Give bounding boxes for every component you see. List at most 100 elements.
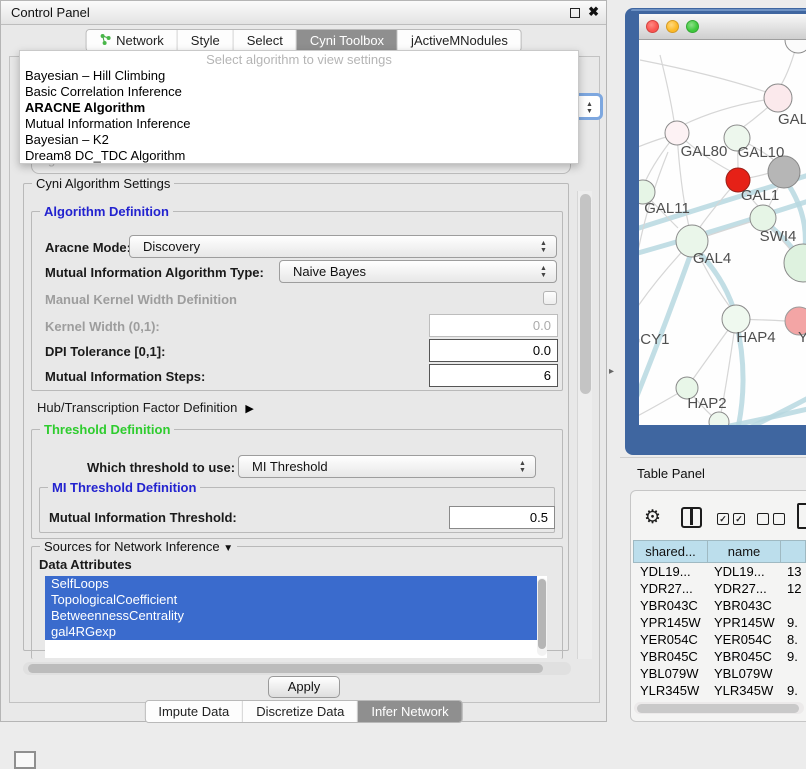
file-icon[interactable] xyxy=(797,503,806,529)
deselect-all-checkbox-icon[interactable] xyxy=(773,513,785,525)
table-cell[interactable]: YDR27... xyxy=(707,580,780,597)
tab-jactivemnodules[interactable]: jActiveMNodules xyxy=(398,30,521,51)
settings-horizontal-scrollbar[interactable] xyxy=(23,662,571,675)
table-horizontal-scrollbar[interactable] xyxy=(634,702,804,714)
settings-vertical-scrollbar[interactable] xyxy=(577,191,592,659)
column-view-icon[interactable] xyxy=(681,507,702,528)
mi-threshold-field[interactable]: 0.5 xyxy=(449,506,555,529)
table-cell[interactable]: YER054C xyxy=(633,631,707,648)
network-edge[interactable] xyxy=(640,60,766,92)
tab-label: Discretize Data xyxy=(256,704,344,719)
tab-select[interactable]: Select xyxy=(234,30,297,51)
select-all-checkbox-icon[interactable]: ✓ xyxy=(733,513,745,525)
table-cell[interactable]: 9. xyxy=(780,648,806,665)
algorithm-option[interactable]: Bayesian – Hill Climbing xyxy=(20,68,578,84)
deselect-all-checkbox-icon[interactable] xyxy=(757,513,769,525)
table-cell[interactable] xyxy=(780,665,806,682)
tab-impute-data[interactable]: Impute Data xyxy=(145,701,243,722)
network-edge[interactable] xyxy=(639,137,666,160)
table-cell[interactable]: YLR345W xyxy=(707,682,780,699)
minimize-traffic-light-icon[interactable] xyxy=(666,20,679,33)
settings-hscroll-thumb[interactable] xyxy=(28,664,543,673)
table-row[interactable]: YDL19...YDL19...13 xyxy=(633,563,806,580)
data-attributes-list[interactable]: SelfLoopsTopologicalCoefficientBetweenne… xyxy=(45,576,547,658)
column-header-shared[interactable]: shared... xyxy=(633,540,707,563)
table-row[interactable]: YBR045CYBR045C9. xyxy=(633,648,806,665)
table-cell[interactable]: YPR145W xyxy=(633,614,707,631)
algorithm-option[interactable]: Dream8 DC_TDC Algorithm xyxy=(20,148,578,164)
table-cell[interactable]: 12 xyxy=(780,580,806,597)
attribute-item[interactable]: gal4RGexp xyxy=(45,624,537,640)
table-cell[interactable]: 9. xyxy=(780,614,806,631)
tab-style[interactable]: Style xyxy=(178,30,234,51)
table-cell[interactable]: YBR043C xyxy=(707,597,780,614)
table-cell[interactable]: YLR345W xyxy=(633,682,707,699)
table-hscroll-thumb[interactable] xyxy=(637,704,799,713)
tab-cyni-toolbox[interactable]: Cyni Toolbox xyxy=(297,30,398,51)
table-cell[interactable]: YDL19... xyxy=(707,563,780,580)
attribute-item[interactable]: TopologicalCoefficient xyxy=(45,592,537,608)
select-all-checkbox-icon[interactable]: ✓ xyxy=(717,513,729,525)
algorithm-option[interactable]: Bayesian – K2 xyxy=(20,132,578,148)
network-node[interactable] xyxy=(764,84,792,112)
aracne-mode-select[interactable]: Discovery ▲▼ xyxy=(129,235,557,258)
sources-title[interactable]: Sources for Network Inference ▼ xyxy=(40,539,237,554)
float-window-icon[interactable] xyxy=(570,8,580,18)
mi-steps-field[interactable]: 6 xyxy=(429,364,558,387)
table-row[interactable]: YER054CYER054C8. xyxy=(633,631,806,648)
column-header-partial[interactable] xyxy=(780,540,806,563)
table-cell[interactable]: 8. xyxy=(780,631,806,648)
close-icon[interactable]: ✖ xyxy=(588,4,599,20)
panel-divider-grabber[interactable]: ▸ xyxy=(609,366,614,377)
algorithm-option[interactable]: Basic Correlation Inference xyxy=(20,84,578,100)
network-canvas[interactable]: GALGAL80GAL10GAL1GAL11SWI4GAL4GCY1HAP4YH… xyxy=(639,40,806,425)
algorithm-option[interactable]: ARACNE Algorithm xyxy=(20,100,578,116)
attributes-scrollbar[interactable] xyxy=(537,578,547,656)
apply-button[interactable]: Apply xyxy=(268,676,340,698)
table-cell[interactable]: YBR045C xyxy=(707,648,780,665)
network-edge[interactable] xyxy=(660,55,674,121)
network-node[interactable] xyxy=(784,244,806,282)
algorithm-option[interactable]: Mutual Information Inference xyxy=(20,116,578,132)
table-row[interactable]: YPR145WYPR145W9. xyxy=(633,614,806,631)
tab-discretize-data[interactable]: Discretize Data xyxy=(243,701,358,722)
column-header-name[interactable]: name xyxy=(707,540,780,563)
table-cell[interactable]: YBL079W xyxy=(707,665,780,682)
table-cell[interactable] xyxy=(780,597,806,614)
close-traffic-light-icon[interactable] xyxy=(646,20,659,33)
zoom-traffic-light-icon[interactable] xyxy=(686,20,699,33)
settings-vscroll-thumb[interactable] xyxy=(580,194,591,394)
table-cell[interactable]: YER054C xyxy=(707,631,780,648)
settings-gear-icon[interactable]: ⚙ xyxy=(644,506,661,529)
table-row[interactable]: YBR043CYBR043C xyxy=(633,597,806,614)
table-row[interactable]: YLR345WYLR345W9. xyxy=(633,682,806,699)
table-cell[interactable]: 9. xyxy=(780,682,806,699)
hub-definition-toggle[interactable]: Hub/Transcription Factor Definition▶ xyxy=(37,400,254,415)
table-cell[interactable]: YBR043C xyxy=(633,597,707,614)
network-node[interactable] xyxy=(709,412,729,425)
kernel-width-field[interactable]: 0.0 xyxy=(429,314,558,337)
dpi-tolerance-field[interactable]: 0.0 xyxy=(429,339,558,362)
table-row[interactable]: YDR27...YDR27...12 xyxy=(633,580,806,597)
mi-algorithm-type-value: Naive Bayes xyxy=(293,264,366,279)
table-row[interactable]: YBL079WYBL079W xyxy=(633,665,806,682)
attribute-item[interactable]: BetweennessCentrality xyxy=(45,608,537,624)
table-cell[interactable]: YBL079W xyxy=(633,665,707,682)
tab-network[interactable]: Network xyxy=(86,30,178,51)
manual-kernel-width-checkbox[interactable] xyxy=(543,291,557,305)
which-threshold-select[interactable]: MI Threshold ▲▼ xyxy=(238,455,536,478)
mi-algorithm-type-select[interactable]: Naive Bayes ▲▼ xyxy=(279,260,557,283)
table-body[interactable]: YDL19...YDL19...13YDR27...YDR27...12YBR0… xyxy=(633,563,806,702)
minimized-panel-icon[interactable] xyxy=(14,751,36,769)
network-window-titlebar[interactable] xyxy=(639,14,806,40)
table-cell[interactable]: YDR27... xyxy=(633,580,707,597)
table-cell[interactable]: YDL19... xyxy=(633,563,707,580)
attribute-item[interactable]: SelfLoops xyxy=(45,576,537,592)
network-node[interactable] xyxy=(785,40,806,53)
tab-infer-network[interactable]: Infer Network xyxy=(358,701,461,722)
network-node[interactable] xyxy=(665,121,689,145)
table-cell[interactable]: 13 xyxy=(780,563,806,580)
attributes-scrollbar-thumb[interactable] xyxy=(538,579,546,649)
table-cell[interactable]: YBR045C xyxy=(633,648,707,665)
table-cell[interactable]: YPR145W xyxy=(707,614,780,631)
